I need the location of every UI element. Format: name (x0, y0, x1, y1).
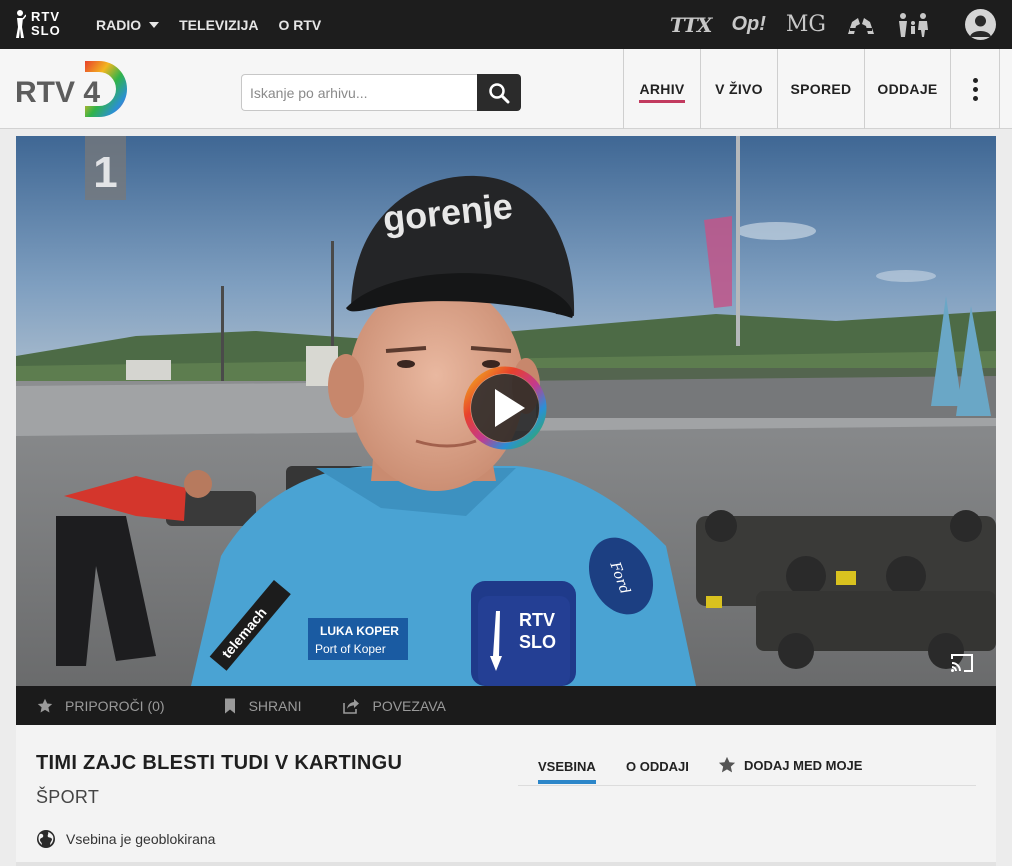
more-menu-button[interactable] (950, 49, 1000, 129)
share-link-label: POVEZAVA (372, 697, 446, 714)
cast-icon[interactable] (950, 653, 974, 673)
search-input[interactable] (241, 74, 477, 111)
tab-o-oddaji[interactable]: O ODDAJI (626, 759, 689, 774)
archive-search (241, 74, 521, 111)
tab-v-zivo[interactable]: V ŽIVO (700, 49, 777, 129)
geoblock-notice: Vsebina je geoblokirana (36, 829, 215, 849)
brand-op-link[interactable]: Op! (731, 13, 765, 36)
save-label: SHRANI (248, 697, 302, 714)
bookmark-icon (224, 698, 235, 713)
geoblock-text: Vsebina je geoblokirana (66, 831, 216, 847)
main-header: RTV 4 ARHIV V ŽIVO SPOR (0, 49, 1012, 129)
video-player[interactable]: LUKA KOPER Port of Koper telemach Ford g… (16, 136, 996, 686)
save-button[interactable]: SHRANI (223, 697, 302, 714)
brand-accessibility-link[interactable] (846, 14, 876, 36)
chevron-down-icon (149, 21, 160, 28)
tab-vsebina[interactable]: VSEBINA (538, 759, 596, 784)
tab-spored[interactable]: SPORED (777, 49, 864, 129)
more-vertical-icon (972, 76, 978, 103)
tab-arhiv[interactable]: ARHIV (623, 49, 700, 129)
video-title: TIMI ZAJC BLESTI TUDI V KARTINGU (36, 752, 403, 774)
brand-ttx-link[interactable]: TTX (670, 13, 713, 37)
video-info-panel: TIMI ZAJC BLESTI TUDI V KARTINGU ŠPORT V… (16, 725, 996, 866)
user-account-icon[interactable] (965, 9, 996, 40)
channel-badge: 1 (85, 136, 126, 200)
shirt-sponsor-port-of-koper: Port of Koper (315, 642, 386, 656)
top-nav-o-rtv[interactable]: O RTV (278, 17, 321, 33)
shirt-sponsor-luka-koper: LUKA KOPER (320, 624, 399, 638)
family-icon (899, 12, 928, 37)
globe-icon (37, 830, 55, 848)
mic-slo-text: SLO (519, 632, 556, 652)
video-category[interactable]: ŠPORT (36, 787, 99, 808)
play-button[interactable] (462, 365, 548, 451)
share-icon (343, 698, 360, 714)
recommend-button[interactable]: PRIPOROČI (0) (37, 698, 165, 714)
hands-icon (848, 17, 874, 34)
tab-oddaje[interactable]: ODDAJE (864, 49, 950, 129)
search-button[interactable] (477, 74, 521, 111)
brand-links: TTX Op! MG (650, 0, 930, 49)
main-nav: ARHIV V ŽIVO SPORED ODDAJE (623, 49, 1000, 129)
top-nav-radio[interactable]: RADIO (96, 17, 160, 33)
top-nav-televizija[interactable]: TELEVIZIJA (179, 17, 258, 33)
rtvslo-figure-icon (16, 10, 26, 38)
share-link-button[interactable]: POVEZAVA (343, 697, 446, 714)
mic-rtv-text: RTV (519, 610, 555, 630)
brand-mg-link[interactable]: MG (786, 12, 826, 37)
star-icon (37, 698, 53, 712)
video-action-bar: PRIPOROČI (0) SHRANI POVEZAVA (16, 686, 996, 725)
rtv4-d-icon (85, 61, 127, 117)
recommend-label: PRIPOROČI (0) (65, 697, 165, 714)
brand-family-link[interactable] (896, 12, 930, 38)
rtvslo-logo[interactable]: RTV SLO (14, 7, 70, 41)
divider (16, 862, 996, 866)
star-icon (718, 756, 736, 773)
rtvslo-logo-text: RTV SLO (31, 9, 61, 38)
info-tabs: VSEBINA O ODDAJI DODAJ MED MOJE (518, 725, 976, 786)
search-icon (489, 82, 510, 103)
rtv4-logo[interactable]: RTV 4 (15, 58, 131, 120)
top-nav: RADIO TELEVIZIJA O RTV (96, 0, 341, 49)
top-bar: RTV SLO RADIO TELEVIZIJA O RTV TTX Op! M… (0, 0, 1012, 49)
add-to-favorites-button[interactable]: DODAJ MED MOJE (718, 756, 862, 774)
